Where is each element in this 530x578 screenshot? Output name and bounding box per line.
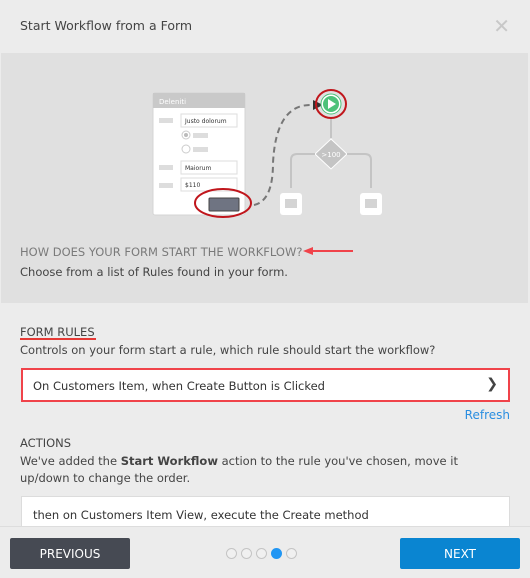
- refresh-link[interactable]: Refresh: [465, 408, 510, 422]
- step-dot-4[interactable]: [271, 548, 282, 559]
- intro-description: Choose from a list of Rules found in you…: [20, 265, 288, 279]
- previous-button[interactable]: PREVIOUS: [10, 538, 130, 569]
- form-rule-select[interactable]: On Customers Item, when Create Button is…: [21, 368, 510, 402]
- selected-rule: On Customers Item, when Create Button is…: [33, 379, 325, 393]
- intro-question: HOW DOES YOUR FORM START THE WORKFLOW?: [20, 245, 303, 259]
- dialog-footer: PREVIOUS NEXT: [0, 526, 530, 578]
- step-dot-1[interactable]: [226, 548, 237, 559]
- svg-text:Maiorum: Maiorum: [185, 165, 211, 172]
- next-button[interactable]: NEXT: [400, 538, 520, 569]
- heading-underline: [20, 338, 96, 340]
- decision-label: >100: [321, 151, 340, 159]
- form-rules-description: Controls on your form start a rule, whic…: [20, 343, 436, 357]
- svg-text:Justo dolorum: Justo dolorum: [184, 118, 227, 125]
- step-dot-5[interactable]: [286, 548, 297, 559]
- form-title: Deleniti: [159, 98, 186, 106]
- actions-description: We've added the Start Workflow action to…: [20, 454, 458, 485]
- close-icon[interactable]: ✕: [493, 14, 510, 38]
- step-indicator: [226, 548, 297, 559]
- step-dot-3[interactable]: [256, 548, 267, 559]
- step-dot-2[interactable]: [241, 548, 252, 559]
- form-rules-heading: FORM RULES: [20, 325, 95, 339]
- svg-text:$110: $110: [185, 182, 200, 189]
- dialog-title: Start Workflow from a Form: [20, 18, 193, 33]
- actions-heading: ACTIONS: [20, 436, 72, 450]
- chevron-down-icon: ❯: [486, 376, 498, 392]
- dialog-header: Start Workflow from a Form ✕: [0, 0, 530, 53]
- form-mockup: Deleniti Justo dolorum Maiorum $110: [152, 92, 252, 218]
